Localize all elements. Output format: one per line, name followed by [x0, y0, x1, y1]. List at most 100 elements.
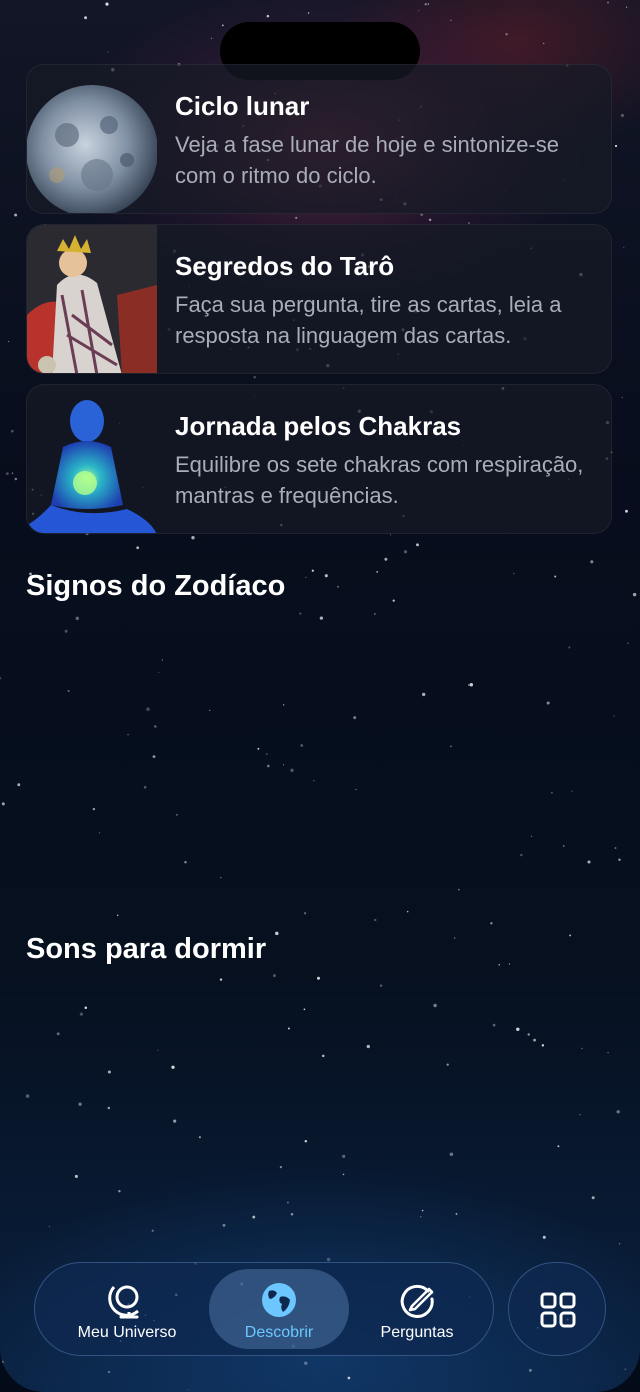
star	[266, 764, 270, 768]
star	[84, 16, 88, 20]
star	[107, 51, 109, 53]
star	[184, 860, 187, 864]
star	[286, 1201, 289, 1204]
star	[187, 1389, 190, 1391]
star	[579, 1114, 581, 1116]
star	[607, 1051, 609, 1054]
star	[25, 1094, 30, 1098]
star	[420, 1215, 422, 1218]
star	[392, 599, 395, 602]
tab-label: Descobrir	[244, 1324, 314, 1341]
star	[283, 704, 285, 706]
tab-descobrir[interactable]: Descobrir	[209, 1269, 349, 1349]
star	[342, 1154, 346, 1158]
star	[624, 1368, 627, 1371]
star	[450, 745, 452, 747]
star	[353, 716, 357, 720]
star	[295, 216, 298, 220]
star	[326, 1257, 331, 1262]
tab-meu-universo[interactable]: Meu Universo	[57, 1269, 197, 1349]
star	[56, 1032, 60, 1036]
tarot-card-icon	[27, 225, 157, 373]
star	[542, 1235, 546, 1239]
star	[554, 575, 557, 578]
card-tarot-secrets[interactable]: Segredos do Tarô Faça sua pergunta, tire…	[26, 224, 612, 374]
card-description: Veja a fase lunar de hoje e sintonize-se…	[175, 132, 560, 188]
star	[379, 984, 383, 987]
star	[563, 845, 565, 847]
star	[505, 33, 508, 36]
star	[299, 612, 302, 615]
star	[74, 1174, 78, 1178]
star	[64, 629, 68, 633]
card-chakra-journey[interactable]: Jornada pelos Chakras Equilibre os sete …	[26, 384, 612, 534]
star	[427, 3, 430, 5]
star	[528, 1368, 532, 1372]
star	[127, 733, 130, 736]
star	[422, 692, 426, 697]
star	[632, 592, 637, 597]
tab-perguntas[interactable]: Perguntas	[347, 1269, 487, 1349]
star	[79, 1012, 84, 1016]
star	[253, 375, 256, 379]
star	[304, 1139, 308, 1143]
star	[152, 755, 156, 758]
moon-icon	[27, 85, 157, 213]
star	[14, 477, 18, 481]
star	[116, 914, 119, 917]
earth-icon	[262, 1283, 296, 1317]
star	[290, 1213, 294, 1216]
star	[587, 860, 591, 864]
star	[623, 246, 625, 249]
star	[198, 1136, 201, 1139]
star	[252, 1215, 256, 1219]
star	[625, 6, 628, 8]
star	[516, 1027, 520, 1032]
star	[78, 1102, 82, 1106]
star	[424, 3, 427, 6]
star	[75, 616, 80, 621]
menu-grid-button[interactable]	[508, 1262, 606, 1356]
star	[0, 677, 2, 680]
star	[627, 642, 629, 644]
star	[618, 1242, 621, 1245]
star	[1, 802, 5, 806]
star	[421, 1209, 424, 1212]
star	[303, 1008, 306, 1011]
star	[469, 683, 474, 687]
star	[11, 472, 14, 474]
star	[304, 1361, 308, 1365]
section-zodiac-title: Signos do Zodíaco	[26, 570, 286, 602]
star	[513, 572, 515, 575]
star	[146, 707, 150, 711]
star	[307, 12, 310, 14]
star	[107, 1370, 111, 1374]
star	[211, 37, 213, 39]
star	[342, 1173, 345, 1176]
star	[154, 725, 157, 728]
star	[557, 1145, 560, 1148]
star	[191, 536, 195, 540]
star	[527, 1033, 530, 1036]
star	[347, 1376, 351, 1380]
card-lunar-cycle[interactable]: Ciclo lunar Veja a fase lunar de hoje e …	[26, 64, 612, 214]
star	[433, 1003, 437, 1008]
card-description: Equilibre os sete chakras com respiração…	[175, 452, 584, 508]
star	[279, 1166, 282, 1169]
card-description: Faça sua pergunta, tire as cartas, leia …	[175, 292, 562, 348]
star	[220, 876, 222, 879]
star	[403, 550, 408, 554]
star	[454, 937, 456, 939]
star	[498, 963, 500, 966]
star	[531, 835, 533, 837]
star	[283, 764, 285, 766]
star	[546, 701, 550, 705]
tab-label: Perguntas	[380, 1324, 454, 1341]
star	[581, 1047, 583, 1050]
star	[176, 814, 178, 816]
star	[313, 779, 315, 782]
star	[492, 1023, 496, 1027]
star	[209, 709, 211, 712]
star	[406, 910, 409, 913]
star	[303, 912, 307, 915]
